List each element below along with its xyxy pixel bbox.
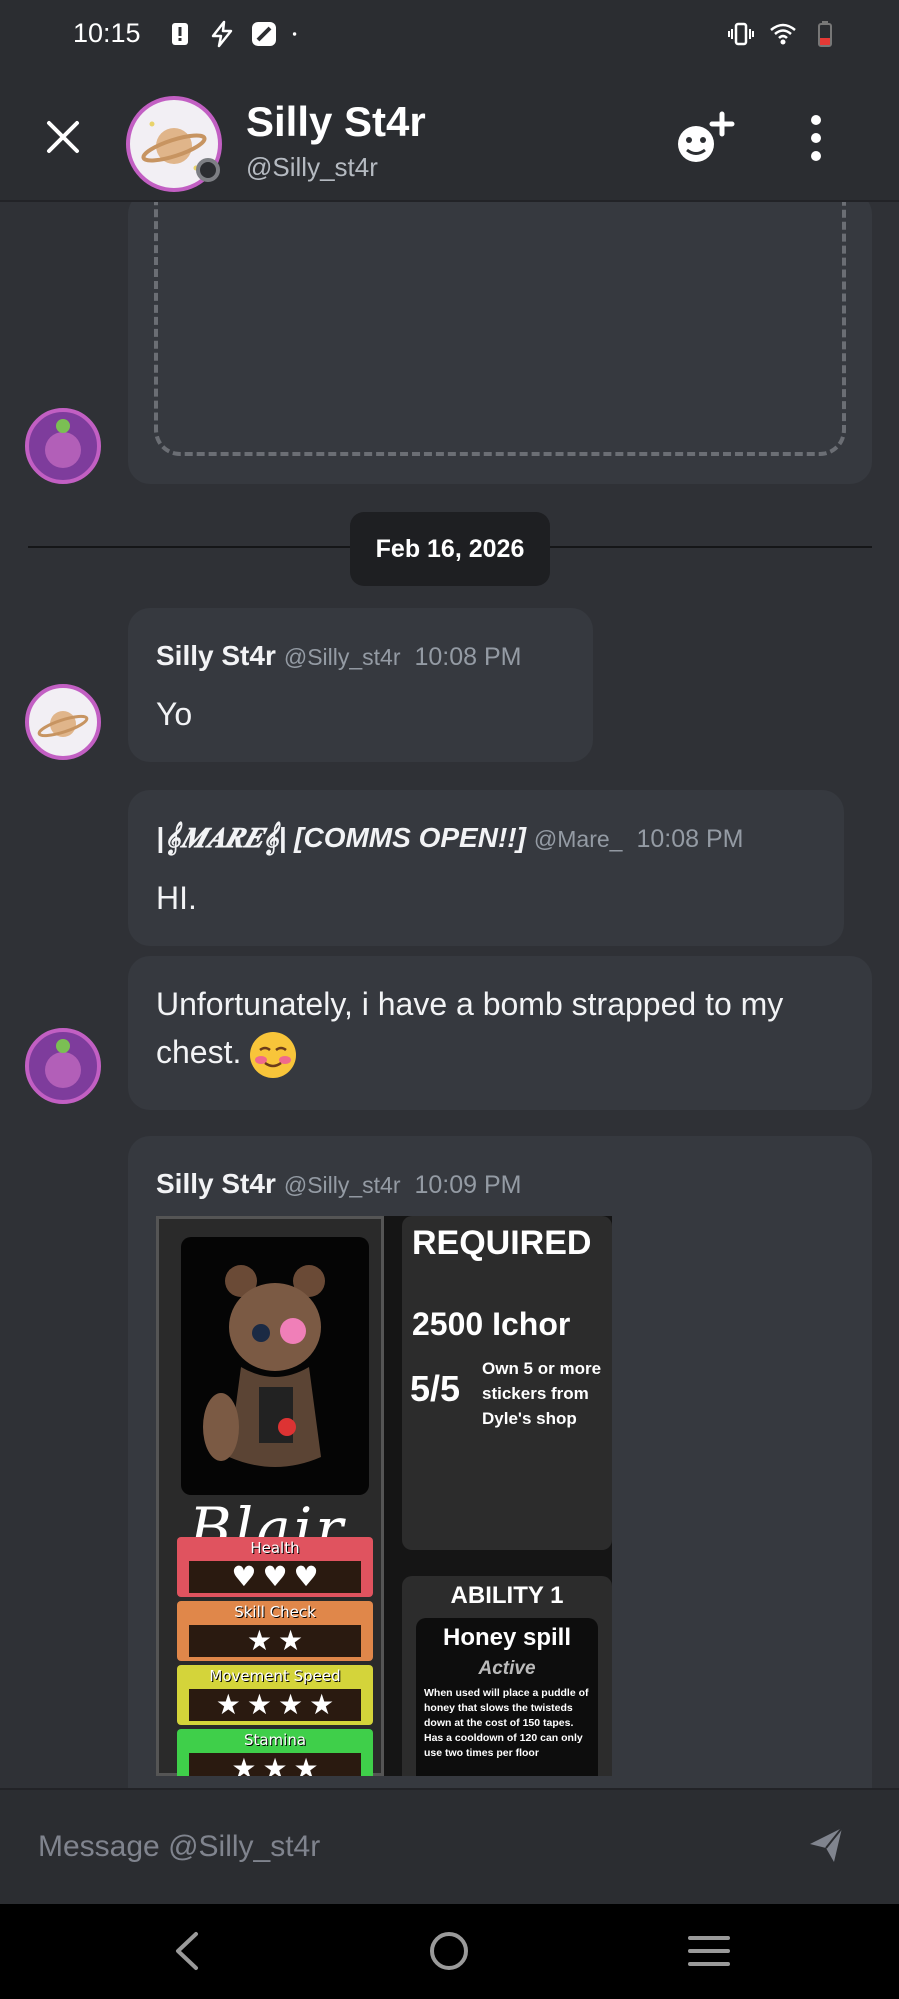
wifi-icon	[770, 23, 796, 45]
attachment-message	[128, 202, 872, 484]
flash-icon	[211, 20, 233, 48]
smiling-face-emoji-icon	[250, 1031, 297, 1078]
send-icon[interactable]	[806, 1822, 846, 1866]
message-text: HI.	[156, 880, 197, 916]
star-icon: ★	[278, 1624, 304, 1657]
home-icon[interactable]	[424, 1926, 474, 1976]
message-list[interactable]: Feb 16, 2026 Silly St4r @Silly_st4r 10:08 …	[0, 202, 899, 1788]
message-text: Yo	[156, 696, 193, 732]
message-composer	[0, 1788, 899, 1906]
ability-name: Honey spill	[442, 1624, 572, 1651]
star-icon: ★	[231, 1752, 257, 1777]
alert-icon	[172, 23, 188, 45]
dm-header: Silly St4r @Silly_st4r	[0, 72, 899, 202]
header-title[interactable]: Silly St4r	[246, 98, 426, 146]
message-handle: @Silly_st4r	[283, 644, 401, 670]
ichor-requirement: 2500 Ichor	[412, 1306, 571, 1342]
message-handle: @Mare_	[533, 826, 623, 852]
message-bubble[interactable]: Silly St4r @Silly_st4r 10:08 PM Yo	[128, 608, 593, 762]
message-bubble[interactable]: |𝄞𝑴𝑨𝑹𝑬𝄞| [COMMS OPEN!!] @Mare_ 10:08 PM HI…	[128, 790, 844, 946]
dot-icon	[292, 32, 297, 36]
date-divider-label: Feb 16, 2026	[350, 512, 550, 586]
star-icon: ★	[309, 1688, 335, 1721]
requirements-title: REQUIRED	[412, 1224, 592, 1262]
stat-label: Skill Check	[234, 1603, 316, 1621]
ability-box: Honey spill Active When used will place …	[416, 1618, 598, 1776]
message-author[interactable]: |𝄞𝑴𝑨𝑹𝑬𝄞| [COMMS OPEN!!]	[156, 822, 526, 853]
heart-icon: ♥	[293, 1560, 319, 1593]
presence-status-dot	[196, 158, 220, 182]
stickers-requirement: Own 5 or more stickers from Dyle's shop	[482, 1359, 602, 1428]
recents-icon[interactable]	[684, 1926, 734, 1976]
stickers-count: 5/5	[410, 1368, 461, 1409]
status-icons-right	[727, 20, 839, 48]
stat-label: Health	[250, 1539, 300, 1557]
avatar[interactable]	[25, 408, 101, 484]
header-handle: @Silly_st4r	[246, 152, 378, 182]
character-panel: Blair Health ♥ ♥ ♥ Skill Check ★ ★ Movement Spe…	[156, 1216, 384, 1776]
attachment-placeholder[interactable]	[154, 202, 846, 456]
message-header: Silly St4r @Silly_st4r 10:08 PM	[156, 640, 522, 672]
requirements-panel: REQUIRED 2500 Ichor 5/5 Own 5 or more st…	[402, 1216, 612, 1550]
message-timestamp: 10:08 PM	[636, 825, 744, 853]
status-icons-left	[166, 20, 304, 48]
status-time: 10:15	[73, 18, 141, 48]
image-attachment[interactable]: Blair Health ♥ ♥ ♥ Skill Check ★ ★ Movement Spe…	[156, 1216, 612, 1776]
message-header: Silly St4r @Silly_st4r 10:09 PM	[156, 1168, 522, 1200]
character-illustration	[203, 1265, 325, 1467]
star-icon: ★	[293, 1752, 319, 1777]
stat-label: Movement Speed	[209, 1667, 341, 1685]
star-icon: ★	[246, 1624, 272, 1657]
star-icon: ★	[246, 1688, 272, 1721]
star-icon: ★	[278, 1688, 304, 1721]
avatar[interactable]	[25, 684, 101, 760]
stat-row: Skill Check ★ ★	[177, 1601, 373, 1661]
character-portrait	[181, 1237, 369, 1495]
star-icon: ★	[262, 1752, 288, 1777]
vibrate-icon	[728, 22, 754, 46]
message-bubble[interactable]: Unfortunately, i have a bomb strapped to…	[128, 956, 872, 1110]
close-icon[interactable]	[44, 118, 82, 156]
stat-rating: ♥ ♥ ♥	[189, 1561, 361, 1593]
message-handle: @Silly_st4r	[283, 1172, 401, 1198]
star-icon: ★	[215, 1688, 241, 1721]
ability-panel: ABILITY 1 Honey spill Active When used w…	[402, 1576, 612, 1776]
stat-rating: ★ ★ ★	[189, 1753, 361, 1776]
message-author[interactable]: Silly St4r	[156, 1168, 276, 1199]
heart-icon: ♥	[262, 1560, 288, 1593]
stat-row: Stamina ★ ★ ★	[177, 1729, 373, 1776]
stat-rating: ★ ★ ★ ★	[189, 1689, 361, 1721]
stat-row: Health ♥ ♥ ♥	[177, 1537, 373, 1597]
message-header: |𝄞𝑴𝑨𝑹𝑬𝄞| [COMMS OPEN!!] @Mare_ 10:08 PM	[156, 822, 743, 855]
message-author[interactable]: Silly St4r	[156, 640, 276, 671]
message-input[interactable]	[36, 1818, 760, 1876]
message-text: Unfortunately, i have a bomb strapped to…	[156, 980, 846, 1078]
back-icon[interactable]	[164, 1926, 214, 1976]
ability-title: ABILITY 1	[450, 1582, 564, 1609]
battery-icon	[818, 21, 832, 47]
status-bar: 10:15	[0, 0, 899, 72]
stat-row: Movement Speed ★ ★ ★ ★	[177, 1665, 373, 1725]
heart-icon: ♥	[231, 1560, 257, 1593]
add-friend-icon[interactable]	[674, 110, 738, 170]
stat-rating: ★ ★	[189, 1625, 361, 1657]
more-options-icon[interactable]	[806, 114, 826, 162]
ability-type: Active	[478, 1658, 536, 1679]
message-timestamp: 10:08 PM	[414, 643, 522, 671]
system-nav-bar	[0, 1904, 899, 1999]
stat-label: Stamina	[243, 1731, 307, 1749]
app-icon	[252, 22, 276, 46]
ability-description: When used will place a puddle of honey t…	[424, 1687, 589, 1759]
message-timestamp: 10:09 PM	[414, 1171, 522, 1199]
avatar[interactable]	[25, 1028, 101, 1104]
